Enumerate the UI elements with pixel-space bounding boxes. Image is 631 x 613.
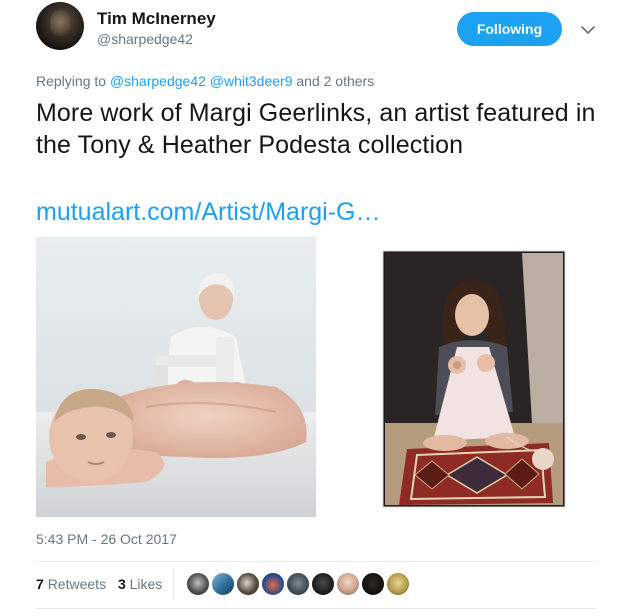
others-link[interactable]: and 2 others [296,73,374,89]
retweets-stat[interactable]: 7 Retweets [36,576,106,592]
tweet-stats: 7 Retweets 3 Likes [36,576,162,592]
reply-context: Replying to @sharpedge42 @whit3deer9 and… [36,73,374,89]
liker-avatar-1[interactable] [186,572,210,596]
avatar[interactable] [36,2,84,50]
likes-count: 3 [117,576,126,592]
tweet-card: Tim McInerney @sharpedge42 Following Rep… [0,0,631,613]
liker-avatar-7[interactable] [336,572,360,596]
media-photo-right[interactable] [317,237,596,517]
mention-link-2[interactable]: @whit3deer9 [210,73,293,89]
media-grid [36,237,596,517]
tweet-timestamp[interactable]: 5:43 PM - 26 Oct 2017 [36,531,177,547]
divider-bottom [36,608,596,609]
liker-avatar-2[interactable] [211,572,235,596]
media-photo-left[interactable] [36,237,316,517]
retweets-label: Retweets [47,576,107,592]
liker-avatar-4[interactable] [261,572,285,596]
liker-avatar-9[interactable] [386,572,410,596]
liker-avatar-3[interactable] [236,572,260,596]
tweet-link[interactable]: mutualart.com/Artist/Margi-G… [36,196,381,228]
chevron-down-icon[interactable] [577,19,599,41]
liker-avatar-6[interactable] [311,572,335,596]
liker-avatar-8[interactable] [361,572,385,596]
retweets-count: 7 [36,576,44,592]
avatar-face [50,10,70,36]
likes-stat[interactable]: 3 Likes [118,576,162,592]
following-button[interactable]: Following [457,12,562,46]
photo-girl-on-rug [317,237,596,517]
liker-avatar-5[interactable] [286,572,310,596]
tweet-text: More work of Margi Geerlinks, an artist … [36,99,596,159]
likes-label: Likes [129,576,163,592]
divider-top [36,561,596,562]
author-handle[interactable]: @sharpedge42 [97,31,193,47]
reply-prefix: Replying to [36,73,107,89]
author-name[interactable]: Tim McInerney [97,9,216,29]
photo-sewing-scene [36,237,316,517]
mention-link-1[interactable]: @sharpedge42 [110,73,206,89]
stats-divider [173,568,174,600]
